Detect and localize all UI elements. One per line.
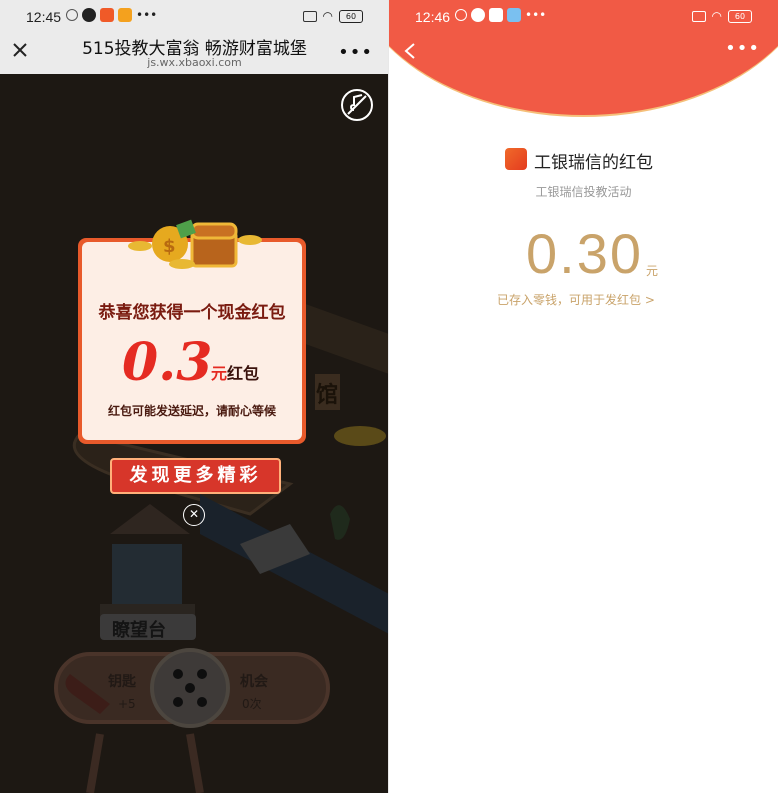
notification-icons: ••• (66, 8, 157, 22)
amount-unit: 元 (646, 264, 659, 278)
keys-label: 钥匙 (108, 673, 137, 690)
webview-header: 515投教大富翁 畅游财富城堡 js.wx.xbaoxi.com ••• (0, 34, 389, 74)
battery-icon: 60 (728, 9, 752, 23)
app-icon (507, 8, 521, 22)
penguin-icon (82, 8, 96, 22)
alarm-off-icon (455, 9, 467, 21)
music-toggle-icon[interactable] (340, 88, 374, 122)
popup-unit: 元红包 (211, 360, 259, 384)
no-sim-icon (302, 10, 317, 22)
svg-text:$: $ (163, 236, 176, 257)
building-label: 馆 (316, 382, 338, 408)
chance-count: 0次 (242, 697, 262, 711)
popup-close-button[interactable]: ✕ (183, 504, 205, 526)
chance-label: 机会 (240, 673, 269, 690)
sender-name: 工银瑞信的红包 (534, 153, 653, 173)
popup-amount: 0.3 (122, 332, 213, 393)
popup-title: 恭喜您获得一个现金红包 (98, 303, 286, 323)
no-sim-icon (691, 10, 706, 22)
app-icon (489, 8, 503, 22)
system-icons: ◠ 60 (302, 9, 363, 23)
wallet-link-text: 已存入零钱，可用于发红包 (497, 293, 642, 307)
wifi-icon: ◠ (711, 9, 722, 23)
more-notifications-icon: ••• (525, 8, 547, 22)
status-time: 12:46 (415, 9, 451, 25)
alarm-off-icon (66, 9, 78, 21)
right-screenshot: 12:46 ••• ◠ 60 ••• 工银瑞信的红包 工银瑞信投教活动 0.30… (389, 0, 778, 793)
discover-more-button[interactable]: 发现更多精彩 (110, 458, 281, 494)
keys-count: +5 (118, 697, 136, 711)
app-icon (118, 8, 132, 22)
received-amount: 0.30 (526, 222, 643, 285)
status-time: 12:45 (26, 9, 62, 25)
more-notifications-icon: ••• (136, 8, 158, 22)
notification-icons: ••• (455, 8, 546, 22)
app-icon (100, 8, 114, 22)
treasure-chest-icon: $ (128, 219, 262, 269)
wallet-link[interactable]: 已存入零钱，可用于发红包 > (497, 291, 655, 308)
chevron-right-icon: > (644, 293, 655, 307)
popup-unit-suffix: 红包 (227, 364, 260, 383)
back-arrow-icon[interactable] (403, 42, 417, 60)
battery-icon: 60 (339, 9, 363, 23)
activity-subtitle: 工银瑞信投教活动 (535, 185, 632, 199)
status-bar: 12:45 ••• ◠ 60 (0, 0, 389, 34)
tower-label: 瞭望台 (112, 619, 166, 641)
more-menu-icon[interactable]: ••• (338, 42, 373, 63)
sender-logo (505, 148, 527, 170)
penguin-icon (471, 8, 485, 22)
more-menu-icon[interactable]: ••• (725, 38, 760, 59)
left-screenshot: 12:45 ••• ◠ 60 515投教大富翁 畅游财富城堡 js.wx.xba… (0, 0, 389, 793)
system-icons: ◠ 60 (691, 9, 752, 23)
status-bar: 12:46 ••• ◠ 60 (389, 0, 778, 34)
page-url: js.wx.xbaoxi.com (147, 56, 242, 69)
popup-unit-yuan: 元 (211, 364, 228, 383)
popup-note: 红包可能发送延迟，请耐心等候 (107, 404, 276, 418)
wifi-icon: ◠ (322, 9, 333, 23)
